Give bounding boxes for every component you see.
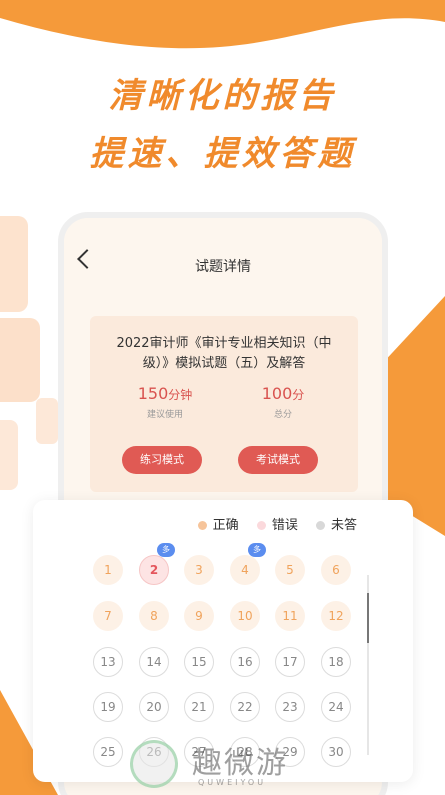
question-cell[interactable]: 5	[275, 555, 305, 585]
duration-label: 建议使用	[146, 410, 183, 420]
left-deco-block-2	[0, 318, 40, 402]
duration-stat: 150分钟 建议使用	[110, 384, 220, 420]
question-cell[interactable]: 6	[321, 555, 351, 585]
legend-correct: 正确	[197, 514, 239, 533]
question-cell[interactable]: 1	[93, 555, 123, 585]
duration-value: 150	[137, 384, 169, 403]
legend-unanswered: 未答	[315, 514, 357, 533]
legend-wrong: 错误	[256, 514, 298, 533]
question-cell[interactable]: 2	[139, 555, 169, 585]
exam-title: 2022审计师《审计专业相关知识（中级）》模拟试题（五）及解答	[116, 336, 332, 371]
scrollbar-thumb[interactable]	[367, 593, 369, 643]
question-cell[interactable]: 24	[321, 692, 351, 722]
question-cell[interactable]: 13	[93, 647, 123, 677]
practice-mode-button[interactable]: 练习模式	[122, 446, 202, 474]
question-cell[interactable]: 21	[184, 692, 214, 722]
left-deco-block-3	[36, 398, 58, 444]
question-cell[interactable]: 25	[93, 737, 123, 767]
score-unit: 分	[292, 388, 305, 402]
exam-mode-button[interactable]: 考试模式	[238, 446, 318, 474]
correct-dot-icon	[197, 521, 207, 530]
left-deco-block-1	[0, 216, 28, 312]
watermark-text: 趣微游	[192, 746, 288, 781]
question-cell[interactable]: 14	[139, 647, 169, 677]
watermark-logo-icon	[130, 740, 178, 788]
duration-unit: 分钟	[168, 388, 193, 402]
question-cell[interactable]: 19	[93, 692, 123, 722]
question-cell[interactable]: 15	[184, 647, 214, 677]
score-stat: 100分 总分	[228, 384, 338, 420]
watermark: 趣微游 QUWEIYOU	[130, 738, 350, 794]
question-cell[interactable]: 3	[184, 555, 214, 585]
question-cell[interactable]: 22	[230, 692, 260, 722]
question-cell[interactable]: 18	[321, 647, 351, 677]
question-cell[interactable]: 4	[230, 555, 260, 585]
score-label: 总分	[273, 410, 292, 420]
question-cell[interactable]: 10	[230, 601, 260, 631]
legend: 正确 错误 未答	[184, 514, 357, 533]
question-cell[interactable]: 11	[275, 601, 305, 631]
hero-title-line2: 提速、提效答题	[89, 134, 356, 174]
question-cell[interactable]: 23	[275, 692, 305, 722]
scrollbar[interactable]	[367, 575, 369, 755]
score-value: 100	[261, 384, 293, 403]
exam-card: 2022审计师《审计专业相关知识（中级）》模拟试题（五）及解答 150分钟 建议…	[90, 316, 358, 492]
wrong-dot-icon	[256, 521, 266, 530]
multi-choice-tag: 多	[157, 543, 175, 557]
left-deco-block-4	[0, 420, 18, 490]
unanswered-dot-icon	[315, 521, 325, 530]
question-cell[interactable]: 7	[93, 601, 123, 631]
hero-title-line1: 清晰化的报告	[108, 76, 337, 116]
question-cell[interactable]: 17	[275, 647, 305, 677]
multi-choice-tag: 多	[248, 543, 266, 557]
question-cell[interactable]: 9	[184, 601, 214, 631]
question-cell[interactable]: 16	[230, 647, 260, 677]
app-header: 试题详情	[64, 218, 382, 278]
question-cell[interactable]: 8	[139, 601, 169, 631]
question-cell[interactable]: 20	[139, 692, 169, 722]
question-cell[interactable]: 12	[321, 601, 351, 631]
page-title: 试题详情	[195, 259, 251, 275]
watermark-subtext: QUWEIYOU	[198, 778, 267, 787]
top-orange-wave	[0, 0, 445, 49]
